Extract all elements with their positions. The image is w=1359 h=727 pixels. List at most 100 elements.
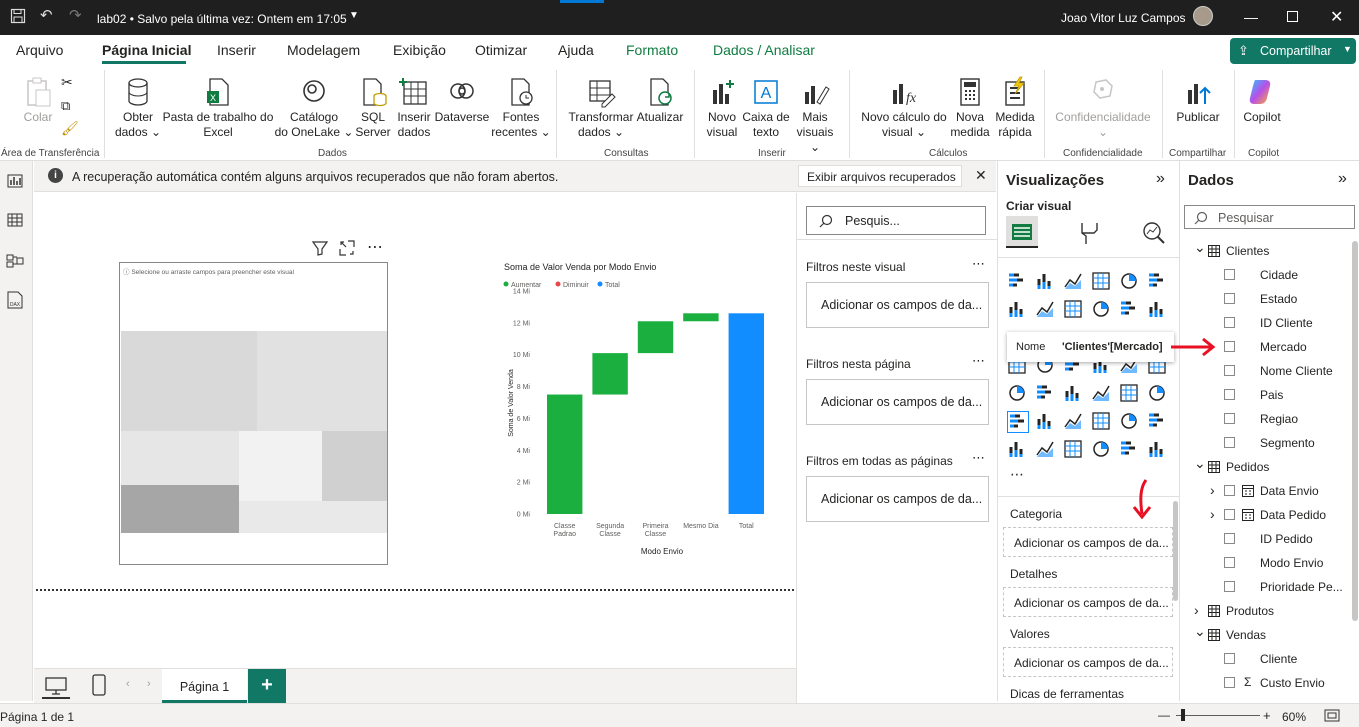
menu-pagina-inicial[interactable]: Página Inicial: [102, 42, 191, 58]
multi-card-visual-icon[interactable]: [1007, 439, 1029, 461]
menu-modelagem[interactable]: Modelagem: [287, 42, 360, 58]
close-icon[interactable]: ✕: [1330, 7, 1343, 27]
format-visual-icon[interactable]: [1078, 221, 1100, 245]
sensitivity-button[interactable]: Confidencialidade ⌄: [1050, 76, 1156, 140]
more-options-icon[interactable]: ⋯: [972, 256, 985, 272]
copilot-button[interactable]: Copilot: [1240, 76, 1284, 125]
more-visuals-icon[interactable]: ⋯: [1010, 466, 1024, 483]
collapse-icon[interactable]: »: [1338, 170, 1347, 188]
menu-arquivo[interactable]: Arquivo: [16, 42, 63, 58]
waterfall-chart[interactable]: Soma de Valor Venda por Modo Envio Aumen…: [494, 253, 774, 573]
r-script-visual-icon[interactable]: [1147, 383, 1169, 405]
filter-card-visual-icon[interactable]: [1063, 439, 1085, 461]
title-dropdown-icon[interactable]: ▼: [349, 10, 359, 21]
menu-exibicao[interactable]: Exibição: [393, 42, 446, 58]
more-options-icon[interactable]: ⋯: [972, 450, 985, 466]
filters-page-dropzone[interactable]: Adicionar os campos de da...: [806, 379, 989, 425]
clustered-bar-visual-icon[interactable]: [1063, 271, 1085, 293]
python-visual-icon[interactable]: [1007, 411, 1029, 433]
filters-all-dropzone[interactable]: Adicionar os campos de da...: [806, 476, 989, 522]
power-apps-visual-icon[interactable]: [1119, 439, 1141, 461]
desktop-layout-icon[interactable]: [45, 677, 67, 695]
clustered-column-visual-icon[interactable]: [1091, 271, 1113, 293]
maximize-icon[interactable]: [1287, 11, 1298, 22]
100-bar-visual-icon[interactable]: [1119, 271, 1141, 293]
new-measure-button[interactable]: Nova medida: [950, 76, 990, 140]
card-visual-icon[interactable]: [1007, 383, 1029, 405]
waterfall-visual-icon[interactable]: [1147, 299, 1169, 321]
zoom-in-icon[interactable]: +: [1263, 708, 1271, 723]
zoom-slider-thumb[interactable]: [1181, 709, 1185, 721]
refresh-button[interactable]: Atualizar: [634, 76, 686, 125]
page-tab-pagina-1[interactable]: Página 1: [162, 669, 247, 703]
menu-ajuda[interactable]: Ajuda: [558, 42, 594, 58]
copy-icon[interactable]: ⧉: [61, 98, 70, 114]
quick-measure-button[interactable]: Medida rápida: [992, 76, 1038, 140]
slicer-visual-icon[interactable]: [1063, 383, 1085, 405]
collapse-icon[interactable]: »: [1156, 170, 1165, 188]
well-detalhes-dropzone[interactable]: Adicionar os campos de da...: [1003, 587, 1173, 617]
fit-to-page-icon[interactable]: [1324, 709, 1340, 722]
recent-sources-button[interactable]: Fontes recentes ⌄: [490, 76, 552, 140]
area-visual-icon[interactable]: [1035, 299, 1057, 321]
data-search-input[interactable]: Pesquisar: [1184, 205, 1355, 229]
filters-visual-dropzone[interactable]: Adicionar os campos de da...: [806, 282, 989, 328]
next-page-icon[interactable]: ›: [147, 678, 151, 690]
text-box-button[interactable]: A Caixa de texto: [742, 76, 790, 140]
zoom-slider[interactable]: [1176, 715, 1260, 716]
100-column-visual-icon[interactable]: [1147, 271, 1169, 293]
dataverse-button[interactable]: Dataverse: [434, 76, 490, 125]
line-visual-icon[interactable]: [1007, 299, 1029, 321]
get-data-button[interactable]: Obter dados ⌄: [110, 76, 166, 140]
table-visual-icon[interactable]: [1091, 383, 1113, 405]
zoom-out-icon[interactable]: —: [1158, 708, 1170, 722]
transform-data-button[interactable]: Transformar dados ⌄: [566, 76, 636, 140]
treemap-placeholder-visual[interactable]: ⓘ Selecione ou arraste campos para preen…: [119, 262, 388, 565]
trophy-visual-icon[interactable]: [1147, 411, 1169, 433]
analytics-icon[interactable]: [1142, 221, 1166, 245]
publish-button[interactable]: Publicar: [1172, 76, 1224, 125]
kpi-visual-icon[interactable]: [1035, 383, 1057, 405]
avatar[interactable]: [1193, 6, 1213, 26]
line-column-visual-icon[interactable]: [1119, 299, 1141, 321]
sql-server-button[interactable]: SQL Server: [353, 76, 393, 140]
more-options-icon[interactable]: ⋯: [367, 237, 384, 257]
cut-icon[interactable]: ✂: [61, 74, 73, 91]
focus-mode-icon[interactable]: [339, 240, 355, 259]
more-visuals-button[interactable]: Mais visuais ⌄: [790, 76, 840, 155]
share-button[interactable]: ⇪ Compartilhar ▼: [1230, 38, 1356, 64]
excel-workbook-button[interactable]: X Pasta de trabalho do Excel: [162, 76, 274, 140]
mobile-layout-icon[interactable]: [92, 674, 106, 696]
report-canvas[interactable]: ⋯ ⓘ Selecione ou arraste campos para pre…: [34, 193, 796, 668]
data-scrollbar[interactable]: [1352, 241, 1358, 621]
well-valores-dropzone[interactable]: Adicionar os campos de da...: [1003, 647, 1173, 677]
menu-otimizar[interactable]: Otimizar: [475, 42, 527, 58]
table-view-icon[interactable]: [7, 213, 23, 227]
model-view-icon[interactable]: [6, 253, 24, 269]
save-icon[interactable]: [10, 8, 26, 28]
more-options-icon[interactable]: ⋯: [972, 353, 985, 369]
menu-dados-analisar[interactable]: Dados / Analisar: [713, 42, 815, 58]
format-painter-icon[interactable]: 🖌: [61, 120, 79, 137]
menu-formato[interactable]: Formato: [626, 42, 678, 58]
paginated-visual-icon[interactable]: [1119, 411, 1141, 433]
add-page-button[interactable]: +: [248, 669, 286, 703]
undo-icon[interactable]: ↶: [40, 6, 53, 24]
key-influencers-visual-icon[interactable]: [1035, 411, 1057, 433]
menu-inserir[interactable]: Inserir: [217, 42, 256, 58]
stacked-column-visual-icon[interactable]: [1035, 271, 1057, 293]
well-categoria-dropzone[interactable]: Adicionar os campos de da...: [1003, 527, 1173, 557]
report-view-icon[interactable]: [7, 174, 23, 188]
filter-search-input[interactable]: Pesquis...: [806, 206, 986, 235]
sparkle-visual-icon[interactable]: [1091, 439, 1113, 461]
prev-page-icon[interactable]: ‹: [126, 678, 130, 690]
ribbon-visual-icon[interactable]: [1091, 299, 1113, 321]
filter-icon[interactable]: [311, 240, 329, 260]
paste-button[interactable]: Colar: [18, 76, 58, 125]
smart-narrative-visual-icon[interactable]: [1091, 411, 1113, 433]
dax-query-icon[interactable]: DAX: [6, 291, 24, 309]
redo-icon[interactable]: ↷: [69, 6, 82, 24]
show-recovered-files-button[interactable]: Exibir arquivos recuperados: [798, 165, 962, 187]
insert-data-button[interactable]: Inserir dados: [395, 76, 433, 140]
viz-scrollbar[interactable]: [1173, 501, 1178, 601]
